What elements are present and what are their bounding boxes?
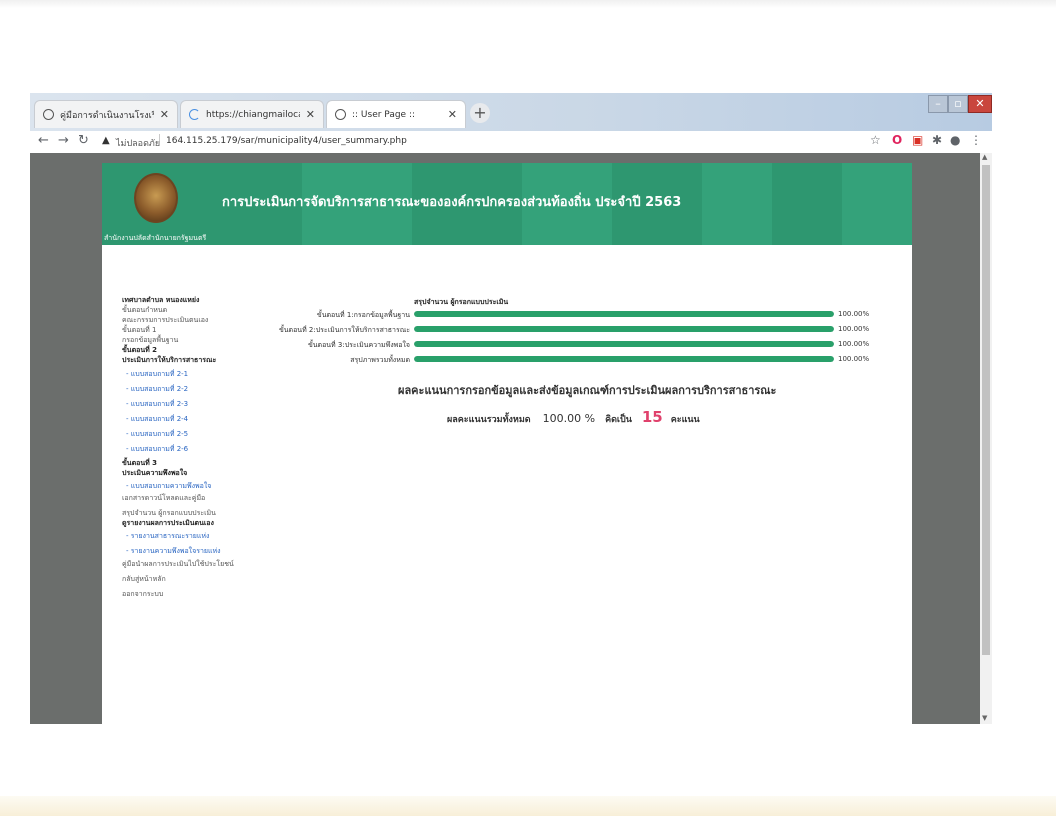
score-unit: คะแนน [670,415,700,425]
sidebar-item-satisfaction-report[interactable]: - รายงานความพึงพอใจรายแห่ง [122,546,272,556]
progress-track [414,326,834,332]
progress-track [414,356,834,362]
office-name: สำนักงานปลัดสำนักนายกรัฐมนตรี [104,234,207,242]
sidebar-item-form-2-4[interactable]: - แบบสอบถามที่ 2-4 [122,414,272,424]
star-icon[interactable]: ☆ [870,133,881,147]
progress-label: สรุปภาพรวมทั้งหมด [350,356,410,364]
window-close-icon[interactable]: ✕ [968,95,992,113]
maximize-icon[interactable]: ▫ [948,95,968,113]
progress-track [414,311,834,317]
progress-row: ขั้นตอนที่ 2:ประเมินการให้บริการสาธารณะ … [242,324,882,334]
warning-icon[interactable]: ▲ [102,135,110,146]
site-header: การประเมินการจัดบริการสาธารณะขององค์กรปก… [102,163,912,245]
minimize-icon[interactable]: – [928,95,948,113]
browser-window: คู่มือการดำเนินงานโรงเรียนผู้สูงอายุ ✕ h… [30,93,992,724]
globe-icon [43,109,54,120]
loading-icon [189,109,200,120]
insecure-label[interactable]: ไม่ปลอดภัย [116,136,160,150]
scan-edge-top [0,0,1056,8]
sidebar-heading-reports: ดูรายงานผลการประเมินตนเอง [122,519,214,527]
header-decoration [702,163,772,245]
reload-icon[interactable]: ↻ [78,133,89,148]
progress-percent: 100.00% [838,310,870,318]
score-percent: 100.00 % [542,412,596,425]
progress-bar [414,311,834,317]
progress-label: ขั้นตอนที่ 2:ประเมินการให้บริการสาธารณะ [278,326,410,334]
scan-edge-bottom [0,796,1056,816]
sidebar-item-satisfaction-form[interactable]: - แบบสอบถามความพึงพอใจ [122,481,272,491]
progress-percent: 100.00% [838,325,870,333]
progress-bar [414,326,834,332]
extensions-icon[interactable]: ✱ [932,133,942,147]
government-emblem-logo [134,173,178,223]
score-heading: ผลคะแนนการกรอกข้อมูลและส่งข้อมูลเกณฑ์การ… [398,384,777,397]
sidebar-item-form-2-1[interactable]: - แบบสอบถามที่ 2-1 [122,369,272,379]
web-page: การประเมินการจัดบริการสาธารณะขององค์กรปก… [102,163,912,724]
tab-manual[interactable]: คู่มือการดำเนินงานโรงเรียนผู้สูงอายุ ✕ [34,100,178,128]
close-icon[interactable]: ✕ [160,108,169,121]
progress-track [414,341,834,347]
menu-icon[interactable]: ⋮ [970,133,982,147]
sidebar-org-name: เทศบาลตำบล หนองแหย่ง [122,296,200,304]
progress-bar [414,356,834,362]
address-divider: | [158,134,162,144]
scroll-up-icon[interactable]: ▲ [982,153,987,161]
sidebar-item-respondent-summary[interactable]: สรุปจำนวน ผู้กรอกแบบประเมิน [122,508,272,518]
sidebar-item-home[interactable]: กลับสู่หน้าหลัก [122,574,272,584]
globe-icon [335,109,346,120]
page-title: การประเมินการจัดบริการสาธารณะขององค์กรปก… [222,195,682,210]
header-decoration [842,163,912,245]
sidebar-item-form-2-6[interactable]: - แบบสอบถามที่ 2-6 [122,444,272,454]
opera-icon[interactable]: O [892,133,902,147]
sidebar-heading-satisfaction: ประเมินความพึงพอใจ [122,469,188,477]
close-icon[interactable]: ✕ [306,108,315,121]
back-icon[interactable]: ← [38,133,49,148]
progress-bar [414,341,834,347]
scrollbar-thumb[interactable] [982,165,990,655]
page-viewport: การประเมินการจัดบริการสาธารณะขององค์กรปก… [30,153,992,724]
tab-chiangmailocal[interactable]: https://chiangmailocal.go.th ✕ [180,100,324,128]
tab-title: :: User Page :: [352,109,416,120]
sidebar-item-downloads[interactable]: เอกสารดาวน์โหลดและคู่มือ [122,493,272,503]
tab-user-page[interactable]: :: User Page :: ✕ [326,100,466,128]
pdf-extension-icon[interactable]: ▣ [912,133,923,147]
profile-icon[interactable]: ● [950,133,960,147]
sidebar-item-public-report[interactable]: - รายงานสาธารณะรายแห่ง [122,531,272,541]
sidebar-item-form-2-5[interactable]: - แบบสอบถามที่ 2-5 [122,429,272,439]
forward-icon[interactable]: → [58,133,69,148]
sidebar-item-form-2-3[interactable]: - แบบสอบถามที่ 2-3 [122,399,272,409]
progress-label: ขั้นตอนที่ 3:ประเมินความพึงพอใจ [307,341,410,349]
sidebar-item-form-2-2[interactable]: - แบบสอบถามที่ 2-2 [122,384,272,394]
tab-bar: คู่มือการดำเนินงานโรงเรียนผู้สูงอายุ ✕ h… [30,93,992,131]
tab-title: คู่มือการดำเนินงานโรงเรียนผู้สูงอายุ [60,110,154,121]
browser-toolbar: ← → ↻ ▲ ไม่ปลอดภัย | 164.115.25.179/sar/… [30,131,992,154]
scroll-down-icon[interactable]: ▼ [982,714,987,722]
sidebar-heading-step3: ขั้นตอนที่ 3 [122,459,158,467]
score-total-label: ผลคะแนนรวมทั้งหมด [447,415,531,425]
progress-row: สรุปภาพรวมทั้งหมด 100.00% [242,354,882,364]
sidebar-item-logout[interactable]: ออกจากระบบ [122,589,272,599]
page-scrollbar[interactable]: ▲ ▼ [980,153,992,724]
tab-title: https://chiangmailocal.go.th [206,109,300,120]
progress-row: ขั้นตอนที่ 1:กรอกข้อมูลพื้นฐาน 100.00% [242,309,882,319]
progress-percent: 100.00% [838,355,870,363]
address-bar[interactable]: 164.115.25.179/sar/municipality4/user_su… [166,136,407,146]
new-tab-button[interactable]: + [470,103,490,123]
summary-title: สรุปจำนวน ผู้กรอกแบบประเมิน [414,298,509,306]
progress-row: ขั้นตอนที่ 3:ประเมินความพึงพอใจ 100.00% [242,339,882,349]
score-value: 15 [641,408,663,426]
progress-label: ขั้นตอนที่ 1:กรอกข้อมูลพื้นฐาน [316,311,410,319]
progress-percent: 100.00% [838,340,870,348]
score-equals-label: คิดเป็น [605,415,632,425]
close-icon[interactable]: ✕ [448,108,457,121]
score-summary: ผลคะแนนรวมทั้งหมด 100.00 % คิดเป็น 15 คะ… [447,408,700,426]
sidebar-item-usage-manual[interactable]: คู่มือนำผลการประเมินไปใช้ประโยชน์ [122,559,272,569]
